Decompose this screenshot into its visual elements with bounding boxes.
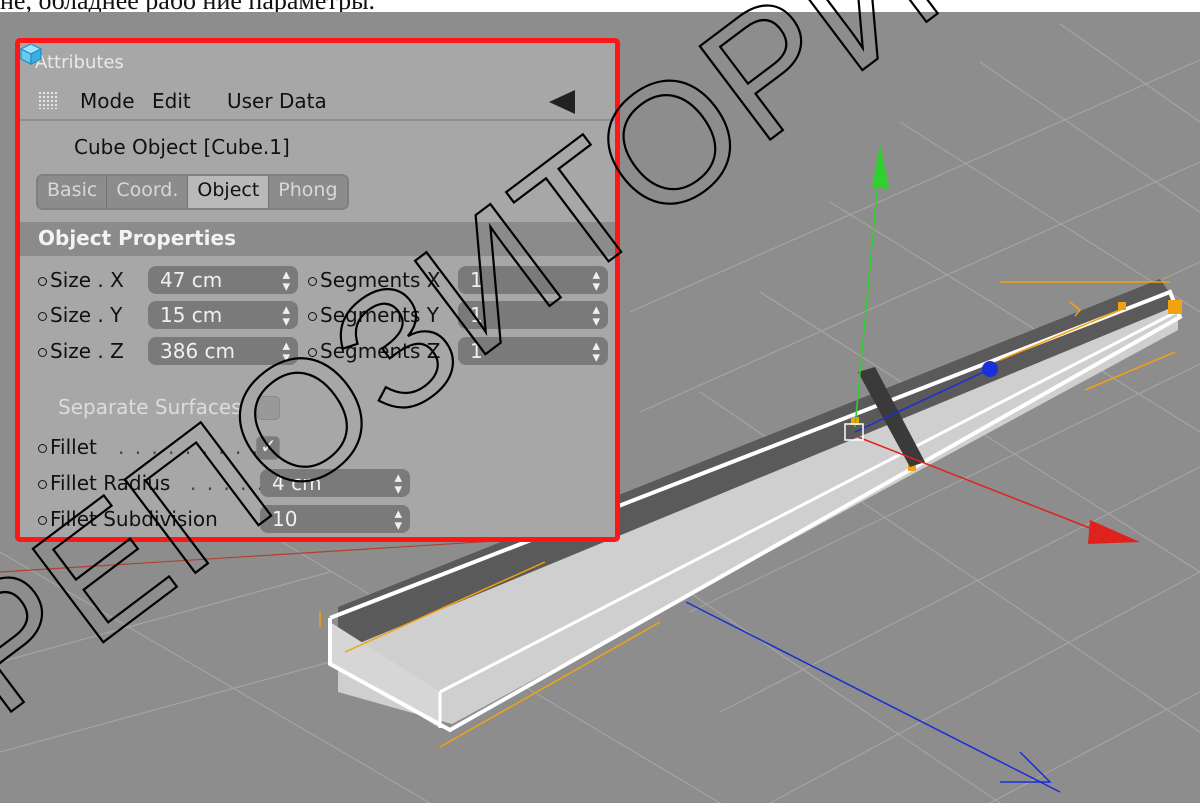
fillet-radius-value: 4 cm bbox=[272, 471, 322, 495]
tab-coord[interactable]: Coord. bbox=[107, 176, 189, 208]
spinner-icon[interactable]: ▴ ▾ bbox=[394, 506, 402, 533]
segments-x-field[interactable]: 1 ▴ ▾ bbox=[458, 266, 608, 294]
separate-surfaces-checkbox[interactable] bbox=[256, 396, 280, 420]
segments-x-value: 1 bbox=[470, 268, 483, 292]
size-x-row: Size . X 47 cm ▴ ▾ bbox=[38, 266, 298, 296]
tab-phong[interactable]: Phong bbox=[269, 176, 346, 208]
size-x-label: Size . X bbox=[50, 268, 124, 292]
size-x-value: 47 cm bbox=[160, 268, 223, 292]
keyframe-dot-icon[interactable] bbox=[308, 348, 317, 357]
keyframe-dot-icon[interactable] bbox=[38, 277, 47, 286]
spinner-icon[interactable]: ▴ ▾ bbox=[394, 470, 402, 497]
panel-title: Attributes bbox=[35, 52, 124, 73]
spinner-icon[interactable]: ▴ ▾ bbox=[592, 302, 600, 329]
fillet-radius-field[interactable]: 4 cm ▴ ▾ bbox=[260, 469, 410, 497]
fillet-checkbox[interactable] bbox=[256, 434, 280, 460]
keyframe-dot-icon[interactable] bbox=[38, 480, 47, 489]
z-handle-icon bbox=[982, 361, 998, 377]
divider bbox=[20, 119, 615, 121]
y-arrow-icon bbox=[872, 144, 889, 189]
keyframe-dot-icon[interactable] bbox=[38, 516, 47, 525]
grip-icon[interactable] bbox=[38, 91, 58, 109]
section-header[interactable]: Object Properties bbox=[20, 222, 615, 256]
fillet-subdivision-label: Fillet Subdivision bbox=[50, 507, 218, 531]
tab-object[interactable]: Object bbox=[188, 176, 270, 208]
size-z-row: Size . Z 386 cm ▴ ▾ bbox=[38, 337, 298, 367]
keyframe-dot-icon[interactable] bbox=[308, 312, 317, 321]
segments-y-row: Segments Y 1 ▴ ▾ bbox=[308, 301, 608, 331]
3d-viewport[interactable]: Attributes Mode Edit User Data Cube Obje… bbox=[0, 12, 1200, 803]
world-z-axis bbox=[685, 601, 1061, 793]
spinner-icon[interactable]: ▴ ▾ bbox=[282, 302, 290, 329]
size-y-value: 15 cm bbox=[160, 303, 223, 327]
size-z-value: 386 cm bbox=[160, 339, 236, 363]
fillet-subdivision-value: 10 bbox=[272, 507, 298, 531]
spinner-icon[interactable]: ▴ ▾ bbox=[282, 338, 290, 365]
fillet-row: Fillet . . . . . . . . . . bbox=[38, 433, 298, 463]
keyframe-dot-icon[interactable] bbox=[38, 444, 47, 453]
menu-edit[interactable]: Edit bbox=[152, 89, 191, 113]
size-z-label: Size . Z bbox=[50, 339, 124, 363]
segments-y-field[interactable]: 1 ▴ ▾ bbox=[458, 301, 608, 329]
attribute-tabs: Basic Coord. Object Phong bbox=[36, 174, 349, 210]
segments-z-label: Segments Z bbox=[320, 339, 441, 363]
fillet-label: Fillet bbox=[50, 435, 97, 459]
size-y-label: Size . Y bbox=[50, 303, 123, 327]
fillet-subdivision-field[interactable]: 10 ▴ ▾ bbox=[260, 505, 410, 533]
section-title: Object Properties bbox=[38, 226, 237, 250]
size-x-field[interactable]: 47 cm ▴ ▾ bbox=[148, 266, 298, 294]
back-arrow-icon[interactable] bbox=[549, 90, 575, 114]
attributes-panel: Attributes Mode Edit User Data Cube Obje… bbox=[15, 38, 620, 542]
panel-menubar: Mode Edit User Data bbox=[20, 83, 615, 117]
segments-x-row: Segments X 1 ▴ ▾ bbox=[308, 266, 608, 296]
separate-surfaces-row: Separate Surfaces bbox=[38, 393, 298, 423]
menu-mode[interactable]: Mode bbox=[80, 89, 135, 113]
fillet-subdivision-row: Fillet Subdivision 10 ▴ ▾ bbox=[38, 505, 418, 535]
separate-surfaces-label: Separate Surfaces bbox=[58, 395, 242, 419]
tab-basic[interactable]: Basic bbox=[38, 176, 108, 208]
segments-y-value: 1 bbox=[470, 303, 483, 327]
spinner-icon[interactable]: ▴ ▾ bbox=[592, 338, 600, 365]
fillet-radius-label: Fillet Radius bbox=[50, 471, 171, 495]
spinner-icon[interactable]: ▴ ▾ bbox=[282, 267, 290, 294]
segments-z-row: Segments Z 1 ▴ ▾ bbox=[308, 337, 608, 367]
size-z-field[interactable]: 386 cm ▴ ▾ bbox=[148, 337, 298, 365]
keyframe-dot-icon[interactable] bbox=[308, 277, 317, 286]
segments-x-label: Segments X bbox=[320, 268, 441, 292]
fillet-radius-row: Fillet Radius . . . . . . 4 cm ▴ ▾ bbox=[38, 469, 418, 499]
spinner-icon[interactable]: ▴ ▾ bbox=[592, 267, 600, 294]
x-arrow-icon bbox=[1088, 520, 1140, 544]
segments-z-value: 1 bbox=[470, 339, 483, 363]
segments-z-field[interactable]: 1 ▴ ▾ bbox=[458, 337, 608, 365]
size-y-field[interactable]: 15 cm ▴ ▾ bbox=[148, 301, 298, 329]
keyframe-dot-icon[interactable] bbox=[38, 312, 47, 321]
menu-user-data[interactable]: User Data bbox=[227, 89, 327, 113]
x-axis-handle bbox=[857, 436, 1101, 533]
object-title: Cube Object [Cube.1] bbox=[74, 135, 290, 159]
segments-y-label: Segments Y bbox=[320, 303, 439, 327]
fillet-leader: . . . . . . . . . . bbox=[118, 435, 277, 459]
size-y-row: Size . Y 15 cm ▴ ▾ bbox=[38, 301, 298, 331]
cube-icon bbox=[20, 43, 42, 65]
keyframe-dot-icon[interactable] bbox=[38, 348, 47, 357]
